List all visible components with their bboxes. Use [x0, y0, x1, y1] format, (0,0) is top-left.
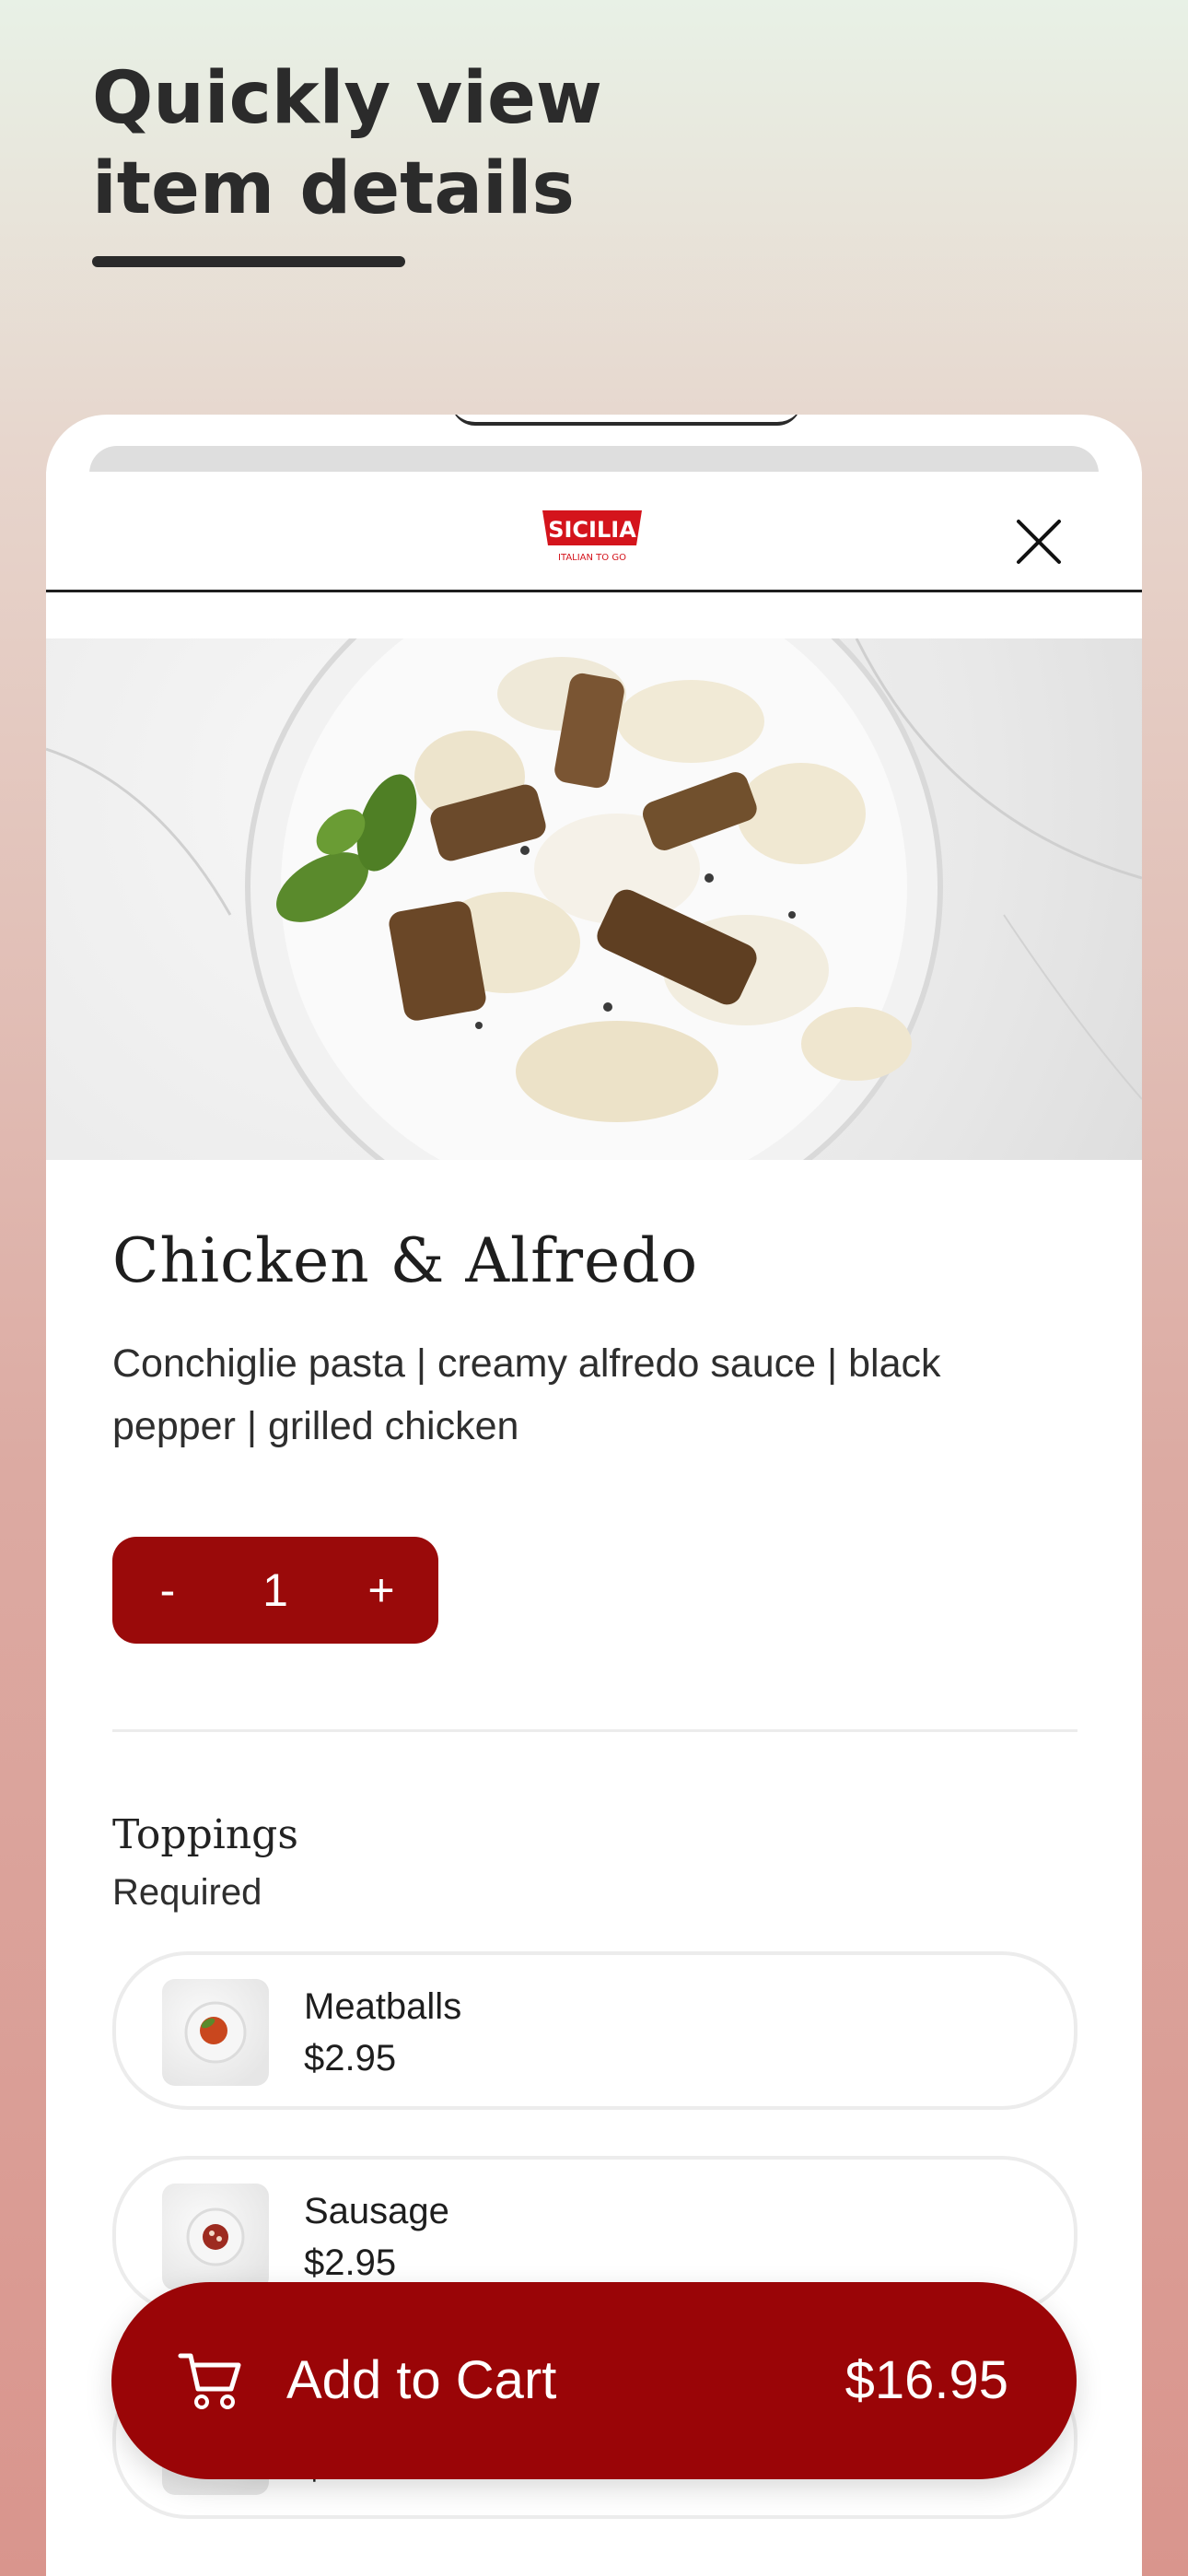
topping-name: Sausage [304, 2191, 449, 2231]
meatballs-thumbnail [162, 1979, 269, 2086]
topping-option-meatballs[interactable]: Meatballs $2.95 [112, 1951, 1077, 2110]
quantity-stepper: - 1 + [112, 1537, 438, 1644]
item-description: Conchiglie pasta | creamy alfredo sauce … [112, 1341, 941, 1448]
pasta-dish-image [46, 638, 1142, 1160]
phone-notch [451, 415, 801, 426]
add-to-cart-button[interactable]: Add to Cart $16.95 [111, 2282, 1077, 2479]
headline-underline [92, 256, 405, 267]
cart-total-price: $16.95 [844, 2350, 1008, 2410]
quantity-value: 1 [262, 1564, 288, 1616]
sausage-thumbnail [162, 2184, 269, 2290]
close-icon[interactable] [1013, 516, 1065, 568]
section-divider [112, 1729, 1077, 1732]
increase-quantity-button[interactable]: + [354, 1537, 409, 1644]
page-headline: Quickly view item details [92, 57, 602, 230]
topping-price: $2.95 [304, 2038, 397, 2078]
modal-header: SICILIA ITALIAN TO GO [46, 472, 1142, 592]
cart-icon [178, 2353, 241, 2409]
sicilia-logo: SICILIA ITALIAN TO GO [542, 510, 642, 563]
logo-wordmark: SICILIA [548, 517, 636, 543]
item-title: Chicken & Alfredo [112, 1225, 699, 1296]
decrease-quantity-button[interactable]: - [140, 1537, 195, 1644]
toppings-title: Toppings [112, 1811, 298, 1858]
item-photo [46, 638, 1142, 1160]
phone-frame: SICILIA ITALIAN TO GO Chicken & Alfredo … [46, 415, 1142, 2576]
topping-price: $2.95 [304, 2242, 397, 2283]
topping-name: Meatballs [304, 1986, 462, 2027]
logo-tagline: ITALIAN TO GO [558, 553, 626, 563]
add-to-cart-label: Add to Cart [286, 2350, 557, 2410]
toppings-required-label: Required [112, 1872, 262, 1913]
